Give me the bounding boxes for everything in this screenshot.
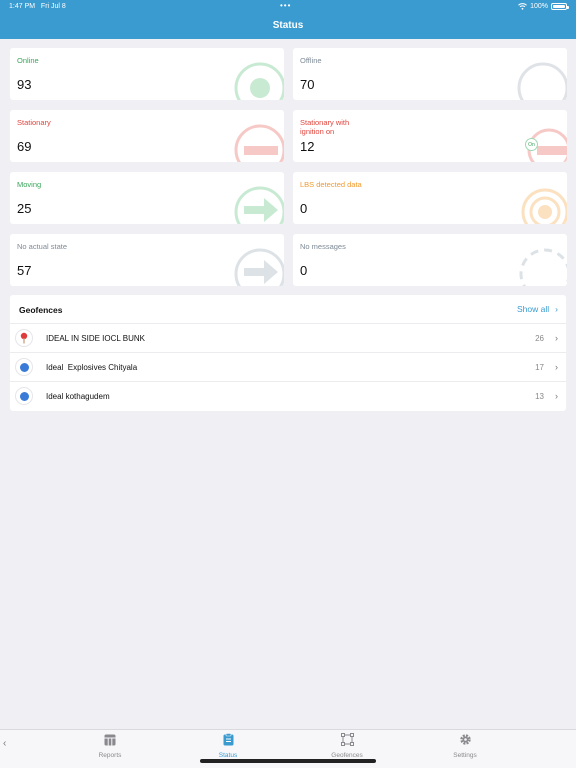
- geofence-row[interactable]: Ideal Explosives Chityala 17 ›: [10, 353, 566, 382]
- pin-icon: [15, 329, 33, 347]
- geofence-count: 17: [535, 363, 544, 372]
- stationary-ignition-icon: [527, 128, 567, 162]
- geofence-name: Ideal kothagudem: [46, 392, 110, 401]
- page-title: Status: [272, 20, 304, 31]
- tab-reports[interactable]: Reports: [80, 733, 140, 759]
- card-value: 0: [300, 201, 308, 216]
- geofence-icon: [340, 733, 354, 746]
- lbs-signal-icon: [521, 188, 567, 224]
- back-chevron-icon[interactable]: ‹: [3, 738, 6, 749]
- tab-label: Geofences: [331, 752, 363, 759]
- ignition-on-badge: On: [525, 138, 538, 151]
- geofence-name: IDEAL IN SIDE IOCL BUNK: [46, 334, 145, 343]
- geofence-count: 13: [535, 392, 544, 401]
- card-value: 69: [17, 139, 32, 154]
- circle-icon: [15, 358, 33, 376]
- card-value: 12: [300, 139, 315, 154]
- status-card-online[interactable]: Online 93: [10, 48, 284, 100]
- no-state-arrow-icon: [234, 248, 284, 286]
- show-all-link[interactable]: Show all ›: [517, 304, 558, 314]
- status-card-no-actual-state[interactable]: No actual state 57: [10, 234, 284, 286]
- status-card-no-messages[interactable]: No messages 0: [293, 234, 567, 286]
- card-label: Online: [17, 56, 39, 65]
- gear-icon: [459, 734, 471, 745]
- tab-geofences[interactable]: Geofences: [317, 733, 377, 759]
- geofences-panel: Geofences Show all › IDEAL IN SIDE IOCL …: [10, 295, 566, 411]
- card-label: LBS detected data: [300, 180, 362, 189]
- status-card-offline[interactable]: Offline 70: [293, 48, 567, 100]
- clipboard-icon: [223, 733, 233, 746]
- moving-arrow-icon: [234, 186, 284, 224]
- chevron-right-icon: ›: [555, 391, 558, 401]
- chevron-right-icon: ›: [555, 333, 558, 343]
- geofence-row[interactable]: Ideal kothagudem 13 ›: [10, 382, 566, 411]
- tab-status[interactable]: Status: [198, 733, 258, 759]
- circle-icon: [15, 387, 33, 405]
- header: 1:47 PM Fri Jul 8 ••• 100% Status: [0, 0, 576, 39]
- status-card-stationary[interactable]: Stationary 69: [10, 110, 284, 162]
- tab-label: Status: [218, 752, 238, 759]
- online-circle-icon: [234, 62, 284, 100]
- offline-circle-icon: [517, 62, 567, 100]
- status-card-stationary-ignition[interactable]: Stationary with ignition on 12 On: [293, 110, 567, 162]
- home-indicator: [200, 759, 376, 763]
- card-label: Stationary with ignition on: [300, 118, 350, 136]
- card-label: No messages: [300, 242, 346, 251]
- card-label: Moving: [17, 180, 42, 189]
- battery-percent: 100%: [530, 3, 548, 10]
- status-card-moving[interactable]: Moving 25: [10, 172, 284, 224]
- reports-icon: [104, 734, 116, 746]
- card-value: 57: [17, 263, 32, 278]
- card-value: 93: [17, 77, 32, 92]
- card-label: Offline: [300, 56, 322, 65]
- geofences-title: Geofences: [19, 305, 63, 315]
- geofence-count: 26: [535, 334, 544, 343]
- card-label: No actual state: [17, 242, 68, 251]
- status-time: 1:47 PM Fri Jul 8: [9, 3, 66, 10]
- show-all-label[interactable]: Show all: [517, 304, 549, 314]
- card-value: 70: [300, 77, 315, 92]
- no-messages-dashed-icon: [519, 248, 567, 286]
- geofences-header: Geofences Show all ›: [10, 295, 566, 324]
- tab-settings[interactable]: Settings: [435, 733, 495, 759]
- stationary-icon: [234, 124, 284, 162]
- card-value: 25: [17, 201, 32, 216]
- status-bar: 1:47 PM Fri Jul 8 ••• 100%: [0, 1, 576, 13]
- geofence-name: Ideal Explosives Chityala: [46, 363, 138, 372]
- card-label: Stationary: [17, 118, 51, 127]
- tab-label: Settings: [453, 752, 477, 759]
- battery-icon: [551, 3, 569, 10]
- status-card-lbs[interactable]: LBS detected data 0: [293, 172, 567, 224]
- geofence-row[interactable]: IDEAL IN SIDE IOCL BUNK 26 ›: [10, 324, 566, 353]
- wifi-icon: [518, 3, 527, 10]
- multitask-dots[interactable]: •••: [280, 1, 291, 10]
- chevron-right-icon: ›: [555, 304, 558, 314]
- chevron-right-icon: ›: [555, 362, 558, 372]
- tab-label: Reports: [98, 752, 122, 759]
- card-value: 0: [300, 263, 308, 278]
